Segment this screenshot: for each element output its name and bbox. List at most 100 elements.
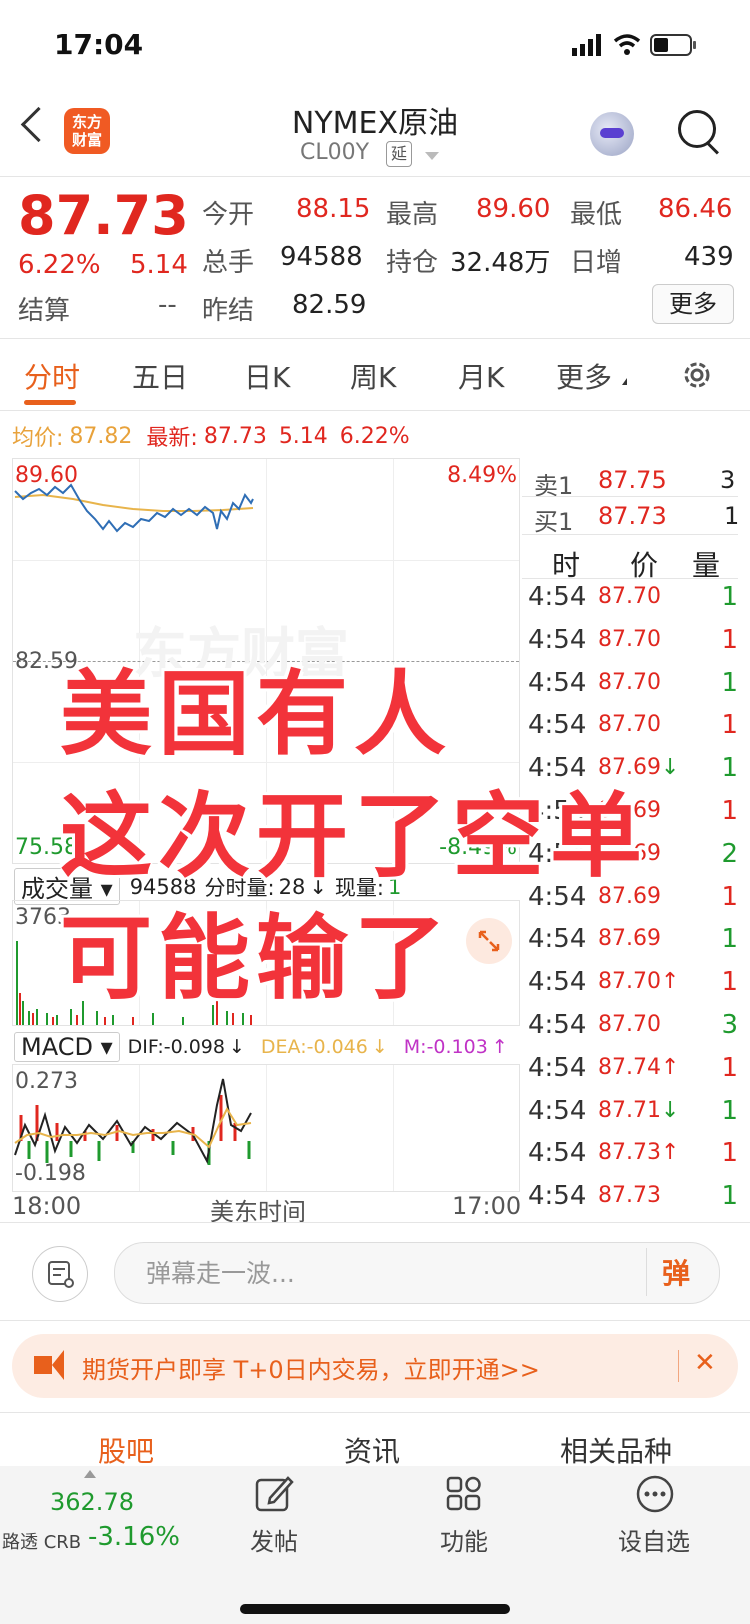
macd-header: MACD ▾ DIF:-0.098 ↓ DEA:-0.046 ↓ M:-0.10… [14,1032,508,1062]
trade-time: 4:54 [528,924,587,955]
avg-price-line [14,493,254,512]
daily-inc-value: 439 [684,242,734,272]
tab-intraday[interactable]: 分时 [24,356,80,396]
high-label: 最高 [386,200,439,230]
home-indicator[interactable] [240,1604,510,1614]
tab-weekly-k[interactable]: 周K [350,356,396,396]
tab-news[interactable]: 资讯 [344,1430,400,1470]
change-pct: 6.22% [18,250,101,280]
trade-direction-icon: ↓ [660,755,680,781]
macd-dif: DIF:-0.098 [127,1036,225,1058]
megaphone-icon [34,1356,52,1374]
danmaku-placeholder: 弹幕走一波... [146,1259,295,1288]
tab-five-day[interactable]: 五日 [132,356,188,396]
index-name[interactable]: 路透 CRB [2,1528,81,1554]
note-icon[interactable] [32,1246,88,1302]
edit-icon[interactable] [254,1474,294,1518]
oi-value: 32.48万 [450,248,551,278]
trade-price: 87.70 [598,626,661,652]
trade-row: 4:54 87.70 1 [528,625,738,665]
overlay-line-1: 美国有人 [60,661,453,768]
open-value: 88.15 [296,194,371,224]
tab-related[interactable]: 相关品种 [560,1430,672,1470]
promo-text[interactable]: 期货开户即享 T+0日内交易，立即开通>> [82,1350,540,1385]
macd-dea: DEA:-0.046 [260,1036,368,1058]
price-line [14,483,254,533]
trade-row: 4:54 87.70 1 [528,582,738,622]
nav-watchlist[interactable]: 设自选 [618,1522,690,1557]
danmaku-separator [646,1248,647,1296]
buy1-label: 买1 [534,508,574,536]
sell1-price: 87.75 [598,466,667,494]
chevron-down-icon[interactable] [425,152,439,160]
trade-row: 4:54 87.71↓ 1 [528,1096,738,1136]
trade-time: 4:54 [528,1010,587,1040]
tab-monthly-k[interactable]: 月K [458,356,504,396]
more-dots-icon[interactable] [635,1474,675,1518]
trade-vol: 1 [721,1095,738,1126]
assistant-avatar-icon[interactable] [590,112,634,156]
symbol-code[interactable]: CL00Y [300,140,369,165]
collapse-caret-icon[interactable] [84,1470,96,1478]
x-axis-end: 17:00 [452,1192,522,1220]
trade-row: 4:54 87.73 1 [528,1181,738,1221]
trade-vol: 1 [721,924,738,955]
prev-settle-value: 82.59 [292,290,367,320]
page-title: NYMEX原油 [291,106,459,141]
index-value[interactable]: 362.78 [50,1488,134,1516]
avg-value: 87.82 [69,423,133,449]
trade-vol: 1 [721,710,738,741]
search-icon[interactable] [678,110,716,148]
settle-label: 结算 [18,296,71,326]
trade-direction-icon: ↑ [660,1054,680,1080]
tab-forum[interactable]: 股吧 [98,1430,154,1470]
trade-row: 4:54 87.70 3 [528,1010,738,1050]
more-caret-icon [622,378,627,385]
latest-value: 87.73 [203,423,267,449]
danmaku-button[interactable]: 弹 [662,1252,690,1292]
tab-more[interactable]: 更多 [556,356,612,396]
macd-selector[interactable]: MACD ▾ [14,1032,120,1062]
trade-price: 87.69 [598,926,661,952]
grid-icon[interactable] [446,1476,482,1516]
index-change[interactable]: -3.16% [88,1522,180,1552]
close-icon[interactable]: ✕ [694,1348,716,1378]
overlay-line-2: 这次开了空单 [60,783,649,890]
status-time: 17:04 [54,28,144,61]
nav-post[interactable]: 发帖 [250,1522,298,1557]
trade-direction-icon: ↑ [660,969,680,995]
trade-price: 87.74↑ [598,1054,680,1080]
settings-gear-icon[interactable] [680,358,714,396]
trade-row: 4:54 87.70↑ 1 [528,967,738,1007]
tab-daily-k[interactable]: 日K [244,356,290,396]
dif-down-icon: ↓ [228,1036,245,1058]
tab-active-indicator [24,400,76,405]
trade-row: 4:54 87.74↑ 1 [528,1053,738,1093]
trade-vol: 3 [721,1010,738,1040]
latest-change: 5.14 [278,423,328,449]
tabs-divider [0,410,750,411]
high-value: 89.60 [476,194,551,224]
latest-label: 最新: [146,426,198,451]
trade-vol: 1 [721,582,738,612]
macd-svg [14,1078,252,1165]
macd-chart[interactable]: 0.273 -0.198 [12,1064,520,1192]
low-value: 86.46 [658,194,733,224]
ob-divider-2 [522,534,738,535]
buy1-qty: 1 [724,502,740,530]
delay-badge: 延 [386,141,412,167]
trade-vol: 1 [721,1138,738,1169]
trade-vol: 1 [721,967,738,998]
prev-settle-label: 昨结 [202,296,255,326]
header-divider [0,176,750,177]
trade-time: 4:54 [528,582,587,612]
volume-value: 94588 [280,242,363,272]
daily-inc-label: 日增 [570,248,623,278]
nav-functions[interactable]: 功能 [440,1522,488,1557]
more-button[interactable]: 更多 [652,284,734,324]
pct-axis-top: 8.49% [447,463,517,488]
trade-time: 4:54 [528,624,587,655]
trade-price: 87.70 [598,1012,661,1037]
expand-icon[interactable] [466,918,512,964]
signal-icon [572,34,606,60]
